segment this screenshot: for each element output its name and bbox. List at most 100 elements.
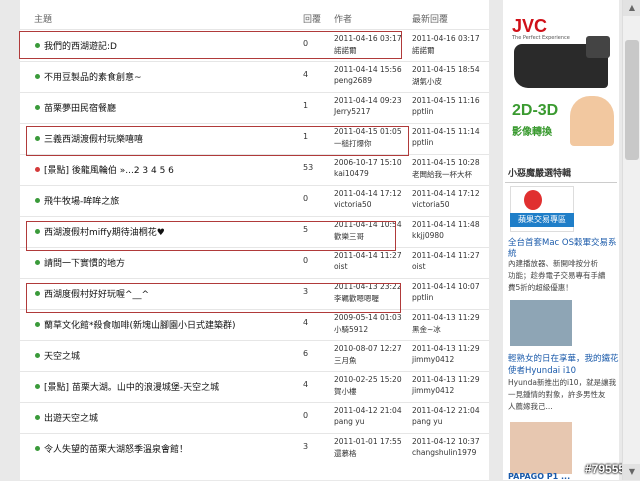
- reply-count: 4: [303, 318, 309, 327]
- table-row[interactable]: [景點] 苗栗大湖。山中的浪漫城堡-天空之城 4 2010-02-25 15:20 賀…: [20, 372, 489, 403]
- last-reply-user[interactable]: kkjj0980: [412, 231, 444, 240]
- author-date: 2009-05-14 01:03: [334, 313, 402, 322]
- thread-title[interactable]: 請問一下實慣的地方: [44, 256, 125, 269]
- jvc-3d-subtitle: 影像轉換: [512, 127, 552, 138]
- highlight-box: [19, 31, 402, 59]
- sidebar-link-hyundai[interactable]: 輕熟女的日在享華，我的鐵花: [508, 352, 619, 364]
- reply-count: 1: [303, 101, 309, 110]
- table-row[interactable]: 苗栗夢田民宿餐廳 1 2011-04-14 09:23 Jerry5217 2011-0…: [20, 93, 489, 124]
- table-row[interactable]: 出遊天空之城 0 2011-04-12 21:04 pang yu 2011-04-12…: [20, 403, 489, 434]
- camcorder-screen: [586, 36, 610, 58]
- author-name[interactable]: peng2689: [334, 76, 372, 85]
- author-name[interactable]: pang yu: [334, 417, 364, 426]
- last-reply-user[interactable]: oist: [412, 262, 426, 271]
- last-reply-user[interactable]: 老闆給我一杯大杯: [412, 169, 472, 180]
- thread-title[interactable]: [景點] 苗栗大湖。山中的浪漫城堡-天空之城: [44, 380, 219, 393]
- status-dot-icon: [35, 415, 40, 420]
- last-reply-user[interactable]: victoria50: [412, 200, 449, 209]
- thread-title[interactable]: 出遊天空之城: [44, 411, 98, 424]
- jvc-3d-title: 2D-3D: [512, 102, 559, 119]
- status-dot-icon: [35, 446, 40, 451]
- last-reply-user[interactable]: 湖氣小皮: [412, 76, 442, 87]
- badge-label: 蘋果交易專區: [510, 213, 574, 227]
- scroll-up-icon[interactable]: ▲: [623, 0, 640, 16]
- table-row[interactable]: 不用豆製品的素食創意~ 4 2011-04-14 15:56 peng2689 2011…: [20, 62, 489, 93]
- author-name[interactable]: Jerry5217: [334, 107, 370, 116]
- last-reply-date: 2011-04-13 11:29: [412, 344, 480, 353]
- last-reply-user[interactable]: jimmy0412: [412, 355, 454, 364]
- thread-title[interactable]: 不用豆製品的素食創意~: [44, 70, 142, 83]
- table-row[interactable]: 令人失望的苗栗大湖怒季溫泉會館！ 3 2011-01-01 17:55 還慕格 2011…: [20, 434, 489, 465]
- author-name[interactable]: 三月魚: [334, 355, 357, 366]
- status-dot-icon: [35, 198, 40, 203]
- last-reply-date: 2011-04-15 11:16: [412, 96, 480, 105]
- scroll-thumb[interactable]: [625, 40, 639, 160]
- sidebar-link-hyundai-cont[interactable]: 使者Hyundai i10: [508, 364, 576, 376]
- column-header-last-reply[interactable]: 最新回覆: [412, 12, 448, 25]
- table-row[interactable]: 飛牛牧場-哞哞之旅 0 2011-04-14 17:12 victoria50 2011…: [20, 186, 489, 217]
- status-dot-icon: [35, 384, 40, 389]
- status-dot-icon: [35, 260, 40, 265]
- column-header-replies[interactable]: 回覆: [303, 12, 321, 25]
- highlight-box: [26, 126, 409, 156]
- jvc-tagline: The Perfect Experience: [512, 35, 570, 41]
- author-name[interactable]: kai10479: [334, 169, 369, 178]
- thread-title[interactable]: 苗栗夢田民宿餐廳: [44, 101, 116, 114]
- last-reply-user[interactable]: changshulin1979: [412, 448, 476, 457]
- sidebar-desc: 內建播放器、新開啡按分析: [508, 259, 598, 268]
- jvc-ad[interactable]: JVC The Perfect Experience 2D-3D 影像轉換: [504, 6, 618, 156]
- table-row[interactable]: 請問一下實慣的地方 0 2011-04-14 11:27 oist 2011-04-14…: [20, 248, 489, 279]
- sidebar-link-mac[interactable]: 全台首套Mac OS穀軍交易系: [508, 236, 617, 248]
- table-row[interactable]: 天空之城 6 2010-08-07 12:27 三月魚 2011-04-13 11:29…: [20, 341, 489, 372]
- author-name[interactable]: victoria50: [334, 200, 371, 209]
- vertical-scrollbar[interactable]: ▲ ▼: [622, 0, 640, 480]
- author-name[interactable]: 小騎5912: [334, 324, 368, 335]
- thread-title[interactable]: 令人失望的苗栗大湖怒季溫泉會館！: [44, 442, 188, 455]
- author-name[interactable]: 賀小樓: [334, 386, 357, 397]
- status-dot-icon: [35, 322, 40, 327]
- author-name[interactable]: 還慕格: [334, 448, 357, 459]
- thread-title[interactable]: 天空之城: [44, 349, 80, 362]
- apple-icon: [524, 190, 542, 210]
- status-dot-icon: [35, 353, 40, 358]
- author-name[interactable]: oist: [334, 262, 348, 271]
- last-reply-user[interactable]: pptlin: [412, 138, 433, 147]
- child-photo: [570, 96, 614, 146]
- reply-count: 3: [303, 442, 309, 451]
- author-date: 2011-04-14 17:12: [334, 189, 402, 198]
- last-reply-user[interactable]: pang yu: [412, 417, 442, 426]
- author-date: 2010-08-07 12:27: [334, 344, 402, 353]
- last-reply-user[interactable]: 諾諾爾: [412, 45, 435, 56]
- author-date: 2011-04-14 11:27: [334, 251, 402, 260]
- last-reply-date: 2011-04-13 11:29: [412, 313, 480, 322]
- reply-count: 0: [303, 256, 309, 265]
- column-header-subject[interactable]: 主題: [34, 12, 52, 25]
- thread-title[interactable]: 飛牛牧場-哞哞之旅: [44, 194, 119, 207]
- sidebar-desc: Hyunda新推出的i10，就是讓我: [508, 378, 617, 387]
- author-date: 2011-04-14 09:23: [334, 96, 402, 105]
- last-reply-date: 2011-04-12 21:04: [412, 406, 480, 415]
- thread-title[interactable]: [景點] 後龍風輪伯 »...2 3 4 5 6: [44, 163, 174, 176]
- last-reply-user[interactable]: pptlin: [412, 107, 433, 116]
- scroll-down-icon[interactable]: ▼: [623, 464, 640, 480]
- car-photo[interactable]: [510, 300, 572, 346]
- last-reply-user[interactable]: jimmy0412: [412, 386, 454, 395]
- sidebar-desc: 費5折的超級優惠！: [508, 283, 573, 292]
- thread-title[interactable]: 蘭草文化館*殺食咖啡(新塊山腳園小日式建築群): [44, 318, 236, 331]
- last-reply-date: 2011-04-12 10:37: [412, 437, 480, 446]
- reply-count: 4: [303, 70, 309, 79]
- status-dot-icon: [35, 167, 40, 172]
- last-reply-date: 2011-04-15 18:54: [412, 65, 480, 74]
- last-reply-date: 2011-04-13 11:29: [412, 375, 480, 384]
- last-reply-user[interactable]: pptlin: [412, 293, 433, 302]
- jvc-logo: JVC: [512, 16, 548, 36]
- column-header-author[interactable]: 作者: [334, 12, 352, 25]
- sidebar-desc: 人薦嫁我己...: [508, 402, 553, 411]
- last-reply-date: 2011-04-14 11:48: [412, 220, 480, 229]
- table-row[interactable]: [景點] 後龍風輪伯 »...2 3 4 5 6 53 2006-10-17 15:…: [20, 155, 489, 186]
- status-dot-icon: [35, 105, 40, 110]
- author-date: 2011-04-12 21:04: [334, 406, 402, 415]
- model-photo[interactable]: [510, 422, 572, 474]
- last-reply-user[interactable]: 黑金~冰: [412, 324, 441, 335]
- table-row[interactable]: 蘭草文化館*殺食咖啡(新塊山腳園小日式建築群) 4 2009-05-14 01:03…: [20, 310, 489, 341]
